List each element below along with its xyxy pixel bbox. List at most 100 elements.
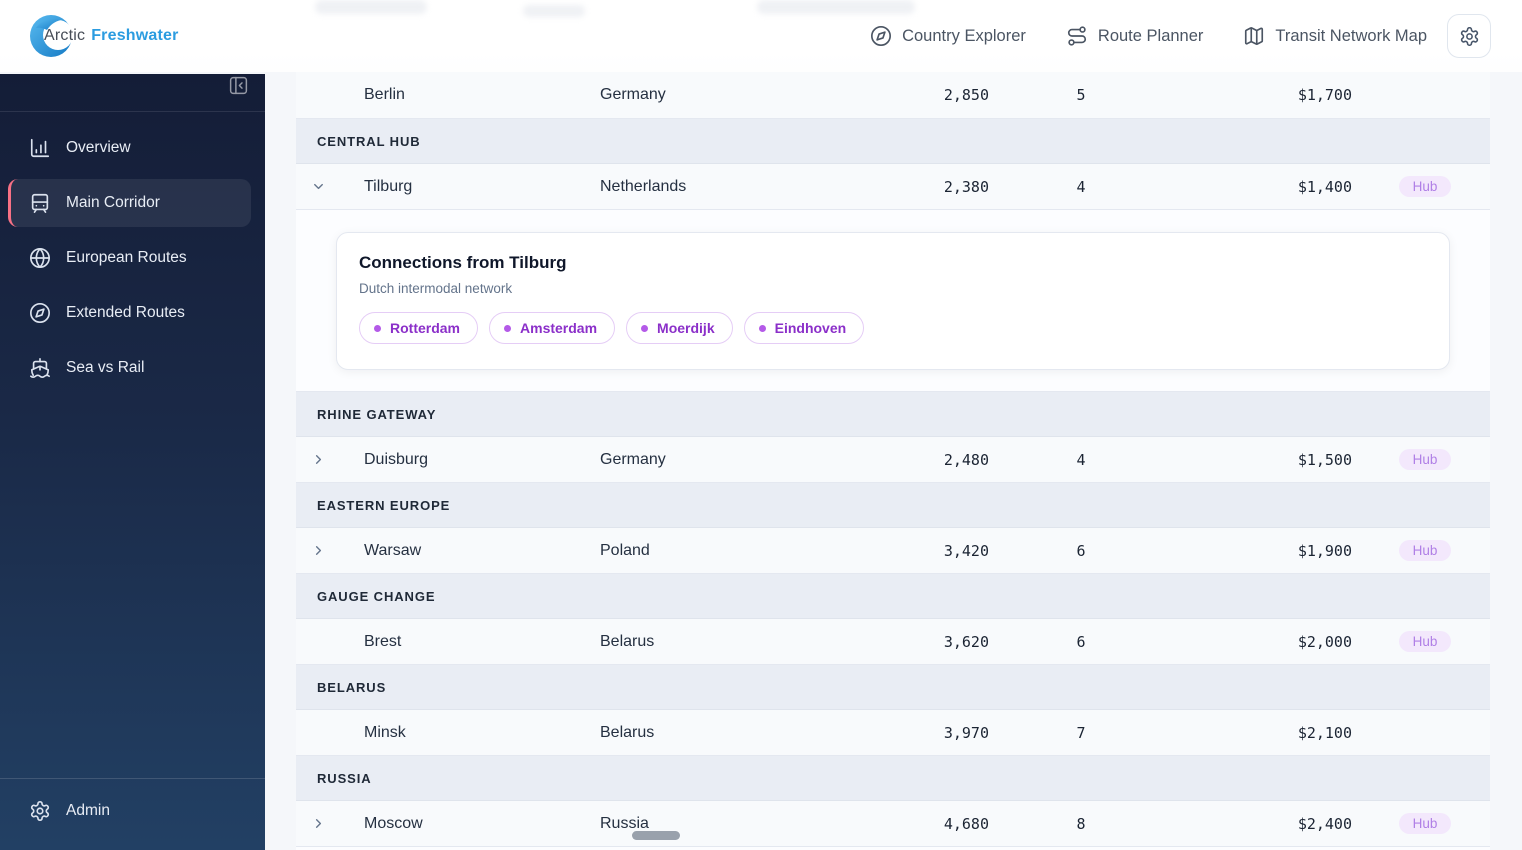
gear-icon: [30, 801, 50, 821]
table-row: Berlin Germany 2,850 5 $1,700: [296, 72, 1490, 119]
section-header: CENTRAL HUB: [296, 119, 1490, 164]
section-header: GAUGE CHANGE: [296, 574, 1490, 619]
connection-chips: Rotterdam Amsterdam Moerdijk Eindhoven: [359, 312, 1427, 344]
distance-cell: 3,420: [943, 541, 989, 560]
nav-label: Transit Network Map: [1275, 26, 1427, 45]
chip-dot-icon: [504, 324, 512, 332]
country-cell: Netherlands: [600, 177, 687, 195]
sidebar-item-european-routes[interactable]: European Routes: [8, 234, 251, 282]
route-icon: [1067, 26, 1086, 46]
expanded-row: Connections from Tilburg Dutch intermodal…: [296, 210, 1490, 392]
sidebar-header: [0, 74, 265, 112]
chevron-right-icon: [315, 546, 321, 555]
chip-label: Rotterdam: [390, 320, 461, 336]
sidebar-nav: Overview Main Corridor European Routes E…: [0, 112, 265, 392]
map-icon: [1245, 27, 1264, 45]
hub-badge: Hub: [1399, 176, 1451, 197]
horizontal-scrollbar-thumb[interactable]: [632, 831, 680, 840]
brand-name-primary: Arctic: [44, 27, 86, 44]
hub-badge: Hub: [1399, 813, 1451, 834]
chip-label: Eindhoven: [774, 320, 847, 336]
hub-badge: Hub: [1399, 540, 1451, 561]
country-cell: Belarus: [600, 632, 655, 650]
table-row[interactable]: Duisburg Germany 2,480 4 $1,500 Hub: [296, 437, 1490, 483]
stops-cell: 6: [1076, 541, 1086, 560]
sidebar-collapse-button[interactable]: [228, 75, 249, 99]
chevron-down-icon: [313, 183, 323, 190]
bar-chart-icon: [30, 138, 50, 158]
sidebar-item-sea-vs-rail[interactable]: Sea vs Rail: [8, 344, 251, 392]
section-header-label: RUSSIA: [317, 770, 372, 786]
connections-title: Connections from Tilburg: [359, 253, 567, 272]
price-cell: $1,400: [1297, 177, 1352, 196]
connection-chip[interactable]: Amsterdam: [489, 312, 616, 344]
section-header: RUSSIA: [296, 756, 1490, 801]
sidebar-item-overview[interactable]: Overview: [8, 124, 251, 172]
hub-badge: Hub: [1399, 449, 1451, 470]
stops-cell: 4: [1076, 177, 1086, 196]
chip-label: Amsterdam: [520, 320, 598, 336]
chip-label: Moerdijk: [657, 320, 715, 336]
section-header-label: GAUGE CHANGE: [317, 588, 436, 604]
price-cell: $1,500: [1297, 450, 1352, 469]
distance-cell: 2,480: [943, 450, 989, 469]
ghost-content: [315, 0, 427, 14]
distance-cell: 3,970: [943, 723, 989, 742]
connection-chip[interactable]: Moerdijk: [626, 312, 733, 344]
connection-chip[interactable]: Eindhoven: [743, 312, 865, 344]
badge-cell: Hub: [1360, 176, 1490, 197]
table-row[interactable]: Moscow Russia 4,680 8 $2,400 Hub: [296, 801, 1490, 847]
badge-cell: Hub: [1360, 631, 1490, 652]
chip-dot-icon: [374, 324, 381, 332]
city-cell: Duisburg: [364, 450, 429, 468]
country-cell: Poland: [600, 541, 650, 559]
connection-chip[interactable]: Rotterdam: [359, 312, 479, 344]
badge-cell: Hub: [1360, 813, 1490, 834]
section-header: RHINE GATEWAY: [296, 392, 1490, 437]
corridor-table: Berlin Germany 2,850 5 $1,700 CENTRAL HUB Tilb…: [296, 72, 1490, 850]
sidebar-item-label: Sea vs Rail: [66, 359, 145, 376]
city-cell: Tilburg: [364, 177, 413, 195]
city-cell: Minsk: [364, 723, 406, 741]
nav-country-explorer[interactable]: Country Explorer: [870, 25, 1026, 47]
distance-cell: 4,680: [943, 814, 989, 833]
table-row: Minsk Belarus 3,970 7 $2,100: [296, 710, 1490, 756]
nav-route-planner[interactable]: Route Planner: [1066, 25, 1203, 47]
city-cell: Warsaw: [364, 541, 422, 559]
nav-transit-network-map[interactable]: Transit Network Map: [1243, 25, 1427, 47]
gear-icon: [1460, 26, 1478, 46]
stops-cell: 6: [1076, 632, 1086, 651]
nav-label: Country Explorer: [902, 26, 1026, 45]
badge-cell: Hub: [1360, 540, 1490, 561]
city-cell: Berlin: [364, 86, 405, 103]
country-cell: Belarus: [600, 723, 655, 741]
sidebar-item-extended-routes[interactable]: Extended Routes: [8, 289, 251, 337]
table-row[interactable]: Warsaw Poland 3,420 6 $1,900 Hub: [296, 528, 1490, 574]
row-expand-toggle[interactable]: [296, 179, 340, 194]
price-cell: $1,700: [1297, 86, 1352, 104]
sidebar-item-label: European Routes: [66, 249, 187, 266]
row-expand-toggle[interactable]: [296, 452, 340, 467]
price-cell: $2,400: [1297, 814, 1352, 833]
row-expand-toggle[interactable]: [296, 816, 340, 831]
panel-collapse-icon: [229, 76, 248, 95]
row-expand-toggle[interactable]: [296, 543, 340, 558]
sidebar-item-main-corridor[interactable]: Main Corridor: [8, 179, 251, 227]
compass-icon: [871, 26, 892, 46]
table-row[interactable]: Tilburg Netherlands 2,380 4 $1,400 Hub: [296, 164, 1490, 210]
city-cell: Moscow: [364, 814, 423, 832]
sidebar: Overview Main Corridor European Routes E…: [0, 74, 265, 850]
ship-icon: [30, 358, 50, 378]
ghost-content: [523, 5, 585, 17]
settings-button[interactable]: [1447, 14, 1491, 58]
chevron-right-icon: [315, 819, 321, 828]
sidebar-item-admin[interactable]: Admin: [8, 787, 251, 835]
section-header: BELARUS: [296, 665, 1490, 710]
price-cell: $2,100: [1297, 723, 1352, 742]
country-cell: Germany: [600, 450, 666, 468]
brand-name-secondary: Freshwater: [91, 27, 179, 44]
connections-panel: Connections from Tilburg Dutch intermodal…: [336, 232, 1450, 370]
badge-cell: Hub: [1360, 449, 1490, 470]
top-header: Arctic Freshwater Country Explorer Route …: [0, 0, 1522, 72]
stops-cell: 5: [1076, 86, 1086, 104]
